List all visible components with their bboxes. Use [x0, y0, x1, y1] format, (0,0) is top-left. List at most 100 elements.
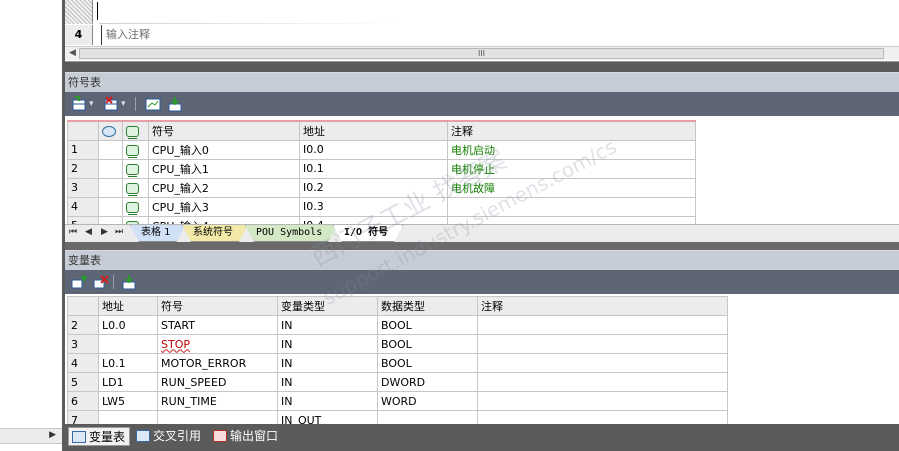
prev-tab-icon[interactable]: ◀ [85, 227, 92, 237]
export-variable-icon[interactable] [121, 274, 137, 290]
create-table-icon[interactable] [167, 96, 183, 112]
data-type-cell[interactable]: WORD [377, 391, 478, 411]
data-type-cell[interactable]: BOOL [377, 315, 478, 335]
comment-cell[interactable] [477, 391, 728, 411]
row-number[interactable]: 7 [67, 410, 99, 424]
first-tab-icon[interactable]: ⏮ [69, 227, 77, 237]
comment-cell[interactable]: 电机故障 [447, 177, 696, 198]
row-number[interactable]: 4 [67, 353, 99, 373]
delete-dropdown-icon[interactable]: ▾ [121, 96, 126, 112]
symbol-cell[interactable]: CPU_输入2 [148, 177, 300, 198]
tab-system-symbols[interactable]: 系统符号 [182, 225, 248, 242]
scrollbar-thumb[interactable]: III [79, 48, 884, 59]
data-type-cell[interactable] [377, 410, 478, 424]
scroll-right-icon[interactable]: ▶ [49, 430, 56, 440]
comment-cell[interactable] [477, 410, 728, 424]
row-number[interactable]: 3 [67, 177, 99, 198]
comment-cell[interactable] [477, 353, 728, 373]
address-cell[interactable] [98, 410, 158, 424]
insert-dropdown-icon[interactable]: ▾ [89, 96, 94, 112]
address-cell[interactable]: I0.1 [299, 158, 448, 179]
header-symbol[interactable]: 符号 [148, 120, 300, 141]
last-tab-icon[interactable]: ⏭ [115, 227, 123, 237]
comment-cell[interactable] [447, 215, 696, 224]
symbol-cell[interactable]: MOTOR_ERROR [157, 353, 278, 373]
var-type-cell[interactable]: IN [277, 315, 378, 335]
comment-cell[interactable]: 电机停止 [447, 158, 696, 179]
table-row[interactable]: 3 CPU_输入2 I0.2 电机故障 [67, 177, 696, 198]
comment-cell[interactable] [477, 334, 728, 354]
symbol-cell[interactable]: START [157, 315, 278, 335]
header-comment[interactable]: 注释 [447, 120, 696, 141]
table-row[interactable]: 5 LD1 RUN_SPEED IN DWORD [67, 372, 728, 392]
table-row[interactable]: 5 CPU_输入4 I0.4 [67, 215, 696, 224]
insert-row-icon[interactable] [71, 96, 87, 112]
var-type-cell[interactable]: IN [277, 334, 378, 354]
address-cell[interactable]: I0.3 [299, 196, 448, 217]
insert-variable-icon[interactable] [71, 274, 87, 290]
tab-table-1[interactable]: 表格 1 [130, 225, 186, 242]
symbol-info-icon[interactable] [145, 96, 161, 112]
table-row[interactable]: 2 CPU_输入1 I0.1 电机停止 [67, 158, 696, 179]
delete-variable-icon[interactable] [93, 274, 109, 290]
scroll-left-icon[interactable]: ◀ [69, 48, 76, 58]
comment-cell[interactable] [447, 196, 696, 217]
address-cell[interactable]: L0.0 [98, 315, 158, 335]
address-cell[interactable]: I0.2 [299, 177, 448, 198]
row-number[interactable]: 3 [67, 334, 99, 354]
tab-pou-symbols[interactable]: POU Symbols [245, 225, 337, 242]
dock-splitter[interactable] [65, 62, 899, 72]
corner-cell[interactable] [67, 296, 99, 316]
header-unused-col[interactable] [122, 120, 149, 141]
data-type-cell[interactable]: BOOL [377, 334, 478, 354]
row-number[interactable]: 5 [67, 372, 99, 392]
var-type-cell[interactable]: IN [277, 372, 378, 392]
table-row[interactable]: 1 CPU_输入0 I0.0 电机启动 [67, 139, 696, 160]
var-type-cell[interactable]: IN [277, 391, 378, 411]
header-comment[interactable]: 注释 [477, 296, 728, 316]
symbol-cell[interactable]: RUN_SPEED [157, 372, 278, 392]
tab-output-window[interactable]: 输出窗口 [210, 427, 282, 446]
header-data-type[interactable]: 数据类型 [377, 296, 478, 316]
row-number[interactable]: 6 [67, 391, 99, 411]
table-row[interactable]: 7 IN_OUT [67, 410, 728, 424]
project-tree-scrollbar[interactable]: ▶ [0, 428, 62, 444]
table-row[interactable]: 4 CPU_输入3 I0.3 [67, 196, 696, 217]
tab-io-symbols[interactable]: I/O 符号 [333, 225, 403, 242]
symbol-cell[interactable] [157, 410, 278, 424]
address-cell[interactable]: LW5 [98, 391, 158, 411]
header-var-type[interactable]: 变量类型 [277, 296, 378, 316]
row-number[interactable]: 2 [67, 158, 99, 179]
symbol-cell[interactable]: CPU_输入4 [148, 215, 300, 224]
address-cell[interactable]: L0.1 [98, 353, 158, 373]
comment-cell[interactable] [477, 372, 728, 392]
address-cell[interactable]: I0.4 [299, 215, 448, 224]
var-type-cell[interactable]: IN [277, 353, 378, 373]
symbol-cell[interactable]: CPU_输入3 [148, 196, 300, 217]
symbol-cell[interactable]: RUN_TIME [157, 391, 278, 411]
row-number[interactable]: 1 [67, 139, 99, 160]
row-number[interactable]: 2 [67, 315, 99, 335]
header-address[interactable]: 地址 [98, 296, 158, 316]
next-tab-icon[interactable]: ▶ [101, 227, 108, 237]
row-number[interactable]: 5 [67, 215, 99, 224]
row-number[interactable]: 4 [67, 196, 99, 217]
symbol-cell[interactable]: STOP [157, 334, 278, 354]
header-overlap-col[interactable] [98, 120, 123, 141]
header-address[interactable]: 地址 [299, 120, 448, 141]
table-row[interactable]: 2 L0.0 START IN BOOL [67, 315, 728, 335]
address-cell[interactable] [98, 334, 158, 354]
data-type-cell[interactable]: DWORD [377, 372, 478, 392]
address-cell[interactable]: I0.0 [299, 139, 448, 160]
table-row[interactable]: 3 STOP IN BOOL [67, 334, 728, 354]
network-comment-field[interactable]: 输入注释 [101, 25, 150, 45]
symbol-cell[interactable]: CPU_输入0 [148, 139, 300, 160]
table-row[interactable]: 6 LW5 RUN_TIME IN WORD [67, 391, 728, 411]
tab-variable-table[interactable]: 变量表 [68, 427, 131, 446]
var-type-cell[interactable]: IN_OUT [277, 410, 378, 424]
comment-cell[interactable]: 电机启动 [447, 139, 696, 160]
table-row[interactable]: 4 L0.1 MOTOR_ERROR IN BOOL [67, 353, 728, 373]
header-symbol[interactable]: 符号 [157, 296, 278, 316]
comment-cell[interactable] [477, 315, 728, 335]
dock-splitter[interactable] [65, 242, 899, 250]
